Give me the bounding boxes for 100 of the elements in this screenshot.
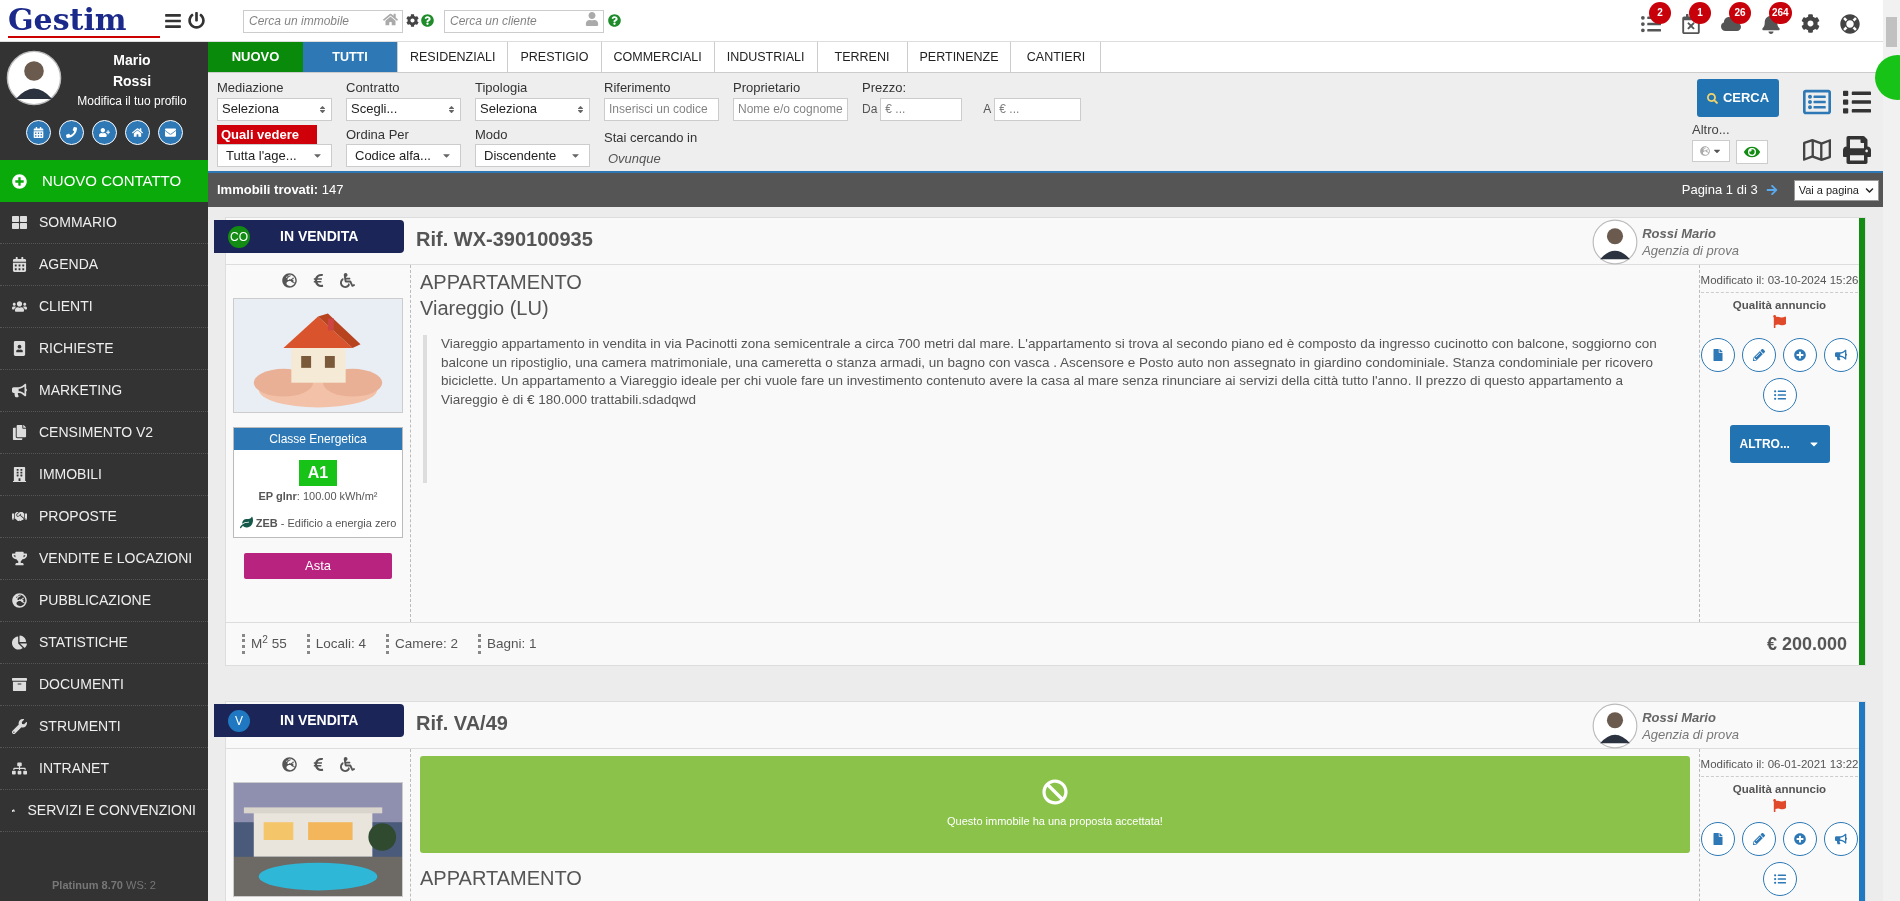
auction-button[interactable]: Asta — [244, 553, 392, 579]
leaf-icon — [239, 515, 253, 529]
dropdown-field[interactable]: Tutta l'age... — [217, 144, 332, 167]
quick-action-button[interactable] — [91, 120, 117, 145]
category-tab[interactable]: PERTINENZE — [907, 42, 1012, 72]
list-view-icon[interactable] — [1843, 88, 1871, 116]
list-button[interactable] — [1762, 861, 1797, 896]
globe-icon — [281, 757, 297, 772]
documents-icon — [12, 425, 27, 440]
agent-name: Rossi Mario — [1642, 709, 1717, 726]
client-search-field[interactable]: Cerca un cliente — [444, 9, 604, 33]
sidebar-item[interactable]: PROPOSTE — [0, 496, 208, 538]
page-indicator: Pagina 1 di 3 — [1681, 181, 1758, 200]
help-icon[interactable] — [1840, 13, 1860, 34]
select-field[interactable]: Scegli... — [346, 97, 461, 121]
action-button[interactable] — [1742, 821, 1776, 856]
sidebar-item[interactable]: INTRANET — [0, 748, 208, 790]
action-button[interactable] — [1783, 337, 1817, 372]
list-button[interactable] — [1762, 377, 1797, 412]
calendar-icon — [12, 257, 27, 272]
help-icon[interactable] — [608, 14, 621, 27]
sidebar-item[interactable]: STATISTICHE — [0, 622, 208, 664]
settings-icon[interactable] — [406, 14, 419, 27]
sort-icon — [318, 104, 327, 114]
search-button[interactable]: CERCA — [1697, 79, 1779, 117]
power-icon[interactable] — [188, 12, 205, 29]
document-icon — [1712, 348, 1724, 361]
notification-badge: 264 — [1769, 1, 1792, 24]
sidebar-item[interactable]: AGENDA — [0, 244, 208, 286]
category-tab[interactable]: INDUSTRIALI — [714, 42, 818, 72]
trophy-icon — [12, 551, 27, 566]
category-tab[interactable]: TUTTI — [303, 42, 398, 72]
text-field[interactable]: Nome e/o cognome — [733, 97, 848, 121]
sidebar-item[interactable]: IMMOBILI — [0, 454, 208, 496]
select-field[interactable]: Seleziona — [475, 97, 590, 121]
filter-label: Mediazione — [217, 79, 285, 97]
notification-badge: 1 — [1689, 1, 1711, 24]
notification-badge: 2 — [1649, 1, 1671, 24]
quick-action-button[interactable] — [124, 120, 150, 145]
category-tab[interactable]: RESIDENZIALI — [398, 42, 509, 72]
action-button[interactable] — [1824, 337, 1858, 372]
text-field[interactable]: Inserisci un codice — [604, 97, 719, 121]
agent-name: Rossi Mario — [1642, 225, 1717, 242]
dropdown-field[interactable]: Discendente — [475, 144, 590, 167]
pie-chart-icon — [12, 635, 27, 650]
grid-icon — [12, 215, 27, 230]
action-button[interactable] — [1742, 337, 1776, 372]
action-button[interactable] — [1824, 821, 1858, 856]
visibility-button[interactable] — [1736, 139, 1768, 164]
modified-date: Modificato il: 03-10-2024 15:26 — [1700, 272, 1859, 294]
sidebar-item[interactable]: SOMMARIO — [0, 202, 208, 244]
print-icon[interactable] — [1843, 135, 1871, 164]
filter-label: Stai cercando in — [604, 128, 699, 147]
price-from-label: Da — [862, 101, 878, 118]
profile-link[interactable]: Modifica il tuo profilo — [77, 92, 187, 110]
quick-action-button[interactable] — [157, 120, 183, 145]
filter-label: Tipologia — [475, 79, 529, 97]
sidebar-item[interactable]: CENSIMENTO V2 — [0, 412, 208, 454]
sidebar-item[interactable]: DOCUMENTI — [0, 664, 208, 706]
sitemap-icon — [12, 761, 27, 776]
menu-icon[interactable] — [164, 11, 182, 30]
contact-card-icon — [12, 341, 27, 356]
card-view-icon[interactable] — [1803, 88, 1831, 116]
ws-text: WS: 2 — [126, 878, 156, 891]
help-icon[interactable] — [421, 14, 434, 27]
quick-action-button[interactable] — [25, 120, 51, 145]
category-tab[interactable]: COMMERCIALI — [601, 42, 715, 72]
sidebar-item[interactable]: MARKETING — [0, 370, 208, 412]
sidebar-item[interactable]: SERVIZI E CONVENZIONI — [0, 790, 208, 832]
globe-icon — [1700, 145, 1710, 156]
page-select[interactable]: Vai a pagina — [1793, 179, 1879, 201]
settings-icon[interactable] — [1801, 14, 1820, 33]
wheelchair-icon — [339, 757, 355, 772]
more-button[interactable]: ALTRO... — [1729, 424, 1830, 463]
price-to-field[interactable]: € ... — [994, 97, 1082, 121]
add-user-icon — [98, 127, 110, 138]
category-tab[interactable]: TERRENI — [817, 42, 908, 72]
new-button[interactable]: NUOVO — [208, 42, 303, 72]
sidebar-item[interactable]: RICHIESTE — [0, 328, 208, 370]
quick-action-button[interactable] — [58, 120, 84, 145]
next-page-icon[interactable] — [1765, 184, 1778, 196]
sidebar-item[interactable]: STRUMENTI — [0, 706, 208, 748]
property-search-field[interactable]: Cerca un immobile — [243, 9, 403, 33]
agency-name: Agenzia di prova — [1642, 726, 1739, 743]
category-tab[interactable]: CANTIERI — [1011, 42, 1102, 72]
action-button[interactable] — [1701, 337, 1735, 372]
sidebar-item[interactable]: CLIENTI — [0, 286, 208, 328]
pencil-icon — [1753, 348, 1765, 361]
select-field[interactable]: Seleziona — [217, 97, 332, 121]
user-first-name: Mario — [113, 51, 151, 70]
price-from-field[interactable]: € ... — [880, 97, 963, 121]
category-tab[interactable]: PRESTIGIO — [508, 42, 602, 72]
sidebar-item[interactable]: VENDITE E LOCAZIONI — [0, 538, 208, 580]
action-button[interactable] — [1783, 821, 1817, 856]
action-button[interactable] — [1701, 821, 1735, 856]
status-badge: CO — [228, 225, 250, 248]
agency-name: Agenzia di prova — [1642, 242, 1739, 259]
dropdown-field[interactable]: Codice alfa... — [346, 144, 461, 167]
sidebar-item[interactable]: PUBBLICAZIONE — [0, 580, 208, 622]
scrollbar[interactable] — [1883, 0, 1900, 901]
